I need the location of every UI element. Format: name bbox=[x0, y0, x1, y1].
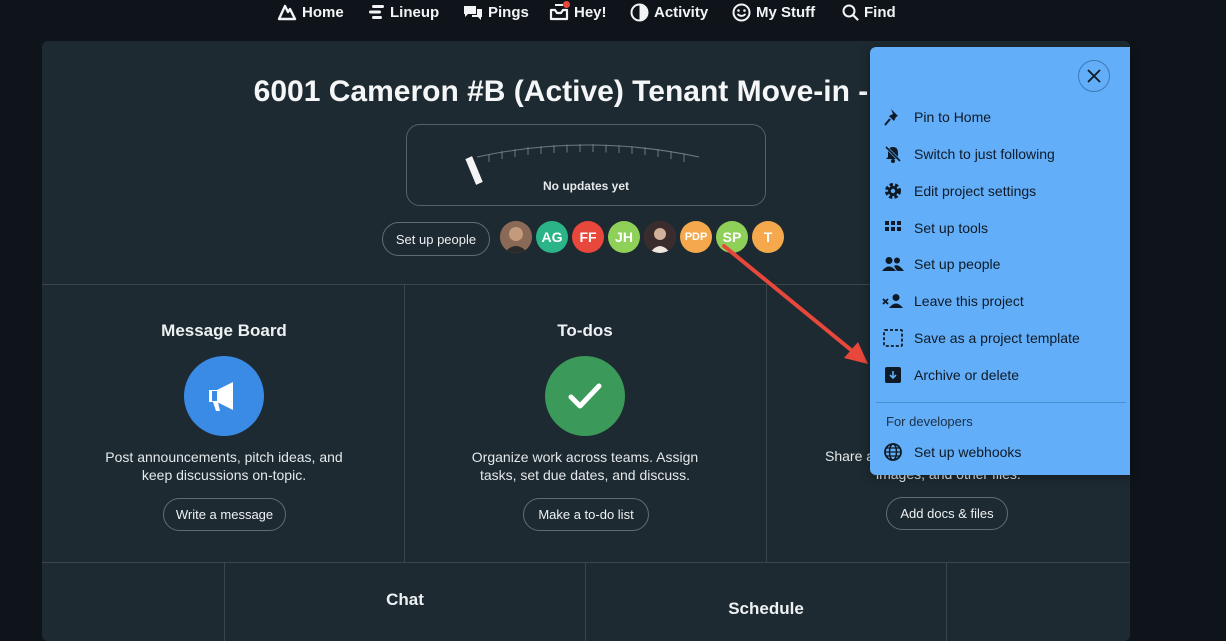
nav-lineup-label: Lineup bbox=[390, 3, 440, 21]
people-icon bbox=[882, 253, 904, 275]
schedule-title[interactable]: Schedule bbox=[616, 599, 916, 619]
nav-pings[interactable]: Pings bbox=[463, 2, 529, 22]
template-icon bbox=[882, 327, 904, 349]
menu-item-label: Set up tools bbox=[914, 220, 988, 236]
write-message-button[interactable]: Write a message bbox=[163, 498, 286, 531]
add-docs-button[interactable]: Add docs & files bbox=[886, 497, 1008, 530]
avatar[interactable]: JH bbox=[608, 221, 640, 253]
nav-home-label: Home bbox=[302, 3, 344, 21]
nav-lineup[interactable]: Lineup bbox=[368, 2, 439, 22]
megaphone-icon bbox=[209, 382, 233, 411]
menu-edit-settings[interactable]: Edit project settings bbox=[882, 178, 1122, 204]
nav-my-stuff-label: My Stuff bbox=[756, 3, 816, 21]
grid-divider bbox=[42, 562, 1130, 563]
chat-title[interactable]: Chat bbox=[255, 590, 555, 610]
menu-item-label: Edit project settings bbox=[914, 183, 1037, 199]
gear-icon bbox=[882, 180, 904, 202]
set-up-people-button[interactable]: Set up people bbox=[382, 222, 490, 256]
grid-divider bbox=[766, 284, 767, 562]
desc-line: tasks, set due dates, and discuss. bbox=[479, 467, 691, 483]
nav-pings-label: Pings bbox=[488, 3, 529, 21]
hill-status: No updates yet bbox=[542, 179, 629, 193]
todos-desc: Organize work across teams. Assign tasks… bbox=[435, 448, 735, 484]
leave-person-icon bbox=[882, 290, 904, 312]
search-icon bbox=[842, 4, 859, 21]
avatar[interactable]: FF bbox=[572, 221, 604, 253]
menu-pin-to-home[interactable]: Pin to Home bbox=[882, 104, 1122, 130]
pin-icon bbox=[882, 106, 904, 128]
nav-activity[interactable]: Activity bbox=[630, 2, 708, 22]
bell-off-icon bbox=[882, 143, 904, 165]
globe-icon bbox=[882, 441, 904, 463]
lineup-icon bbox=[369, 5, 384, 19]
nav-home[interactable]: Home bbox=[277, 2, 344, 22]
menu-item-label: Archive or delete bbox=[914, 367, 1020, 383]
archive-icon bbox=[882, 364, 904, 386]
menu-item-label: Set up people bbox=[914, 256, 1001, 272]
menu-item-label: Save as a project template bbox=[914, 330, 1080, 346]
project-options-menu: Pin to Home Switch to just following Edi… bbox=[870, 47, 1130, 475]
menu-set-up-webhooks[interactable]: Set up webhooks bbox=[882, 439, 1122, 465]
avatar[interactable] bbox=[500, 221, 532, 253]
pings-icon bbox=[464, 5, 482, 20]
nav-find-label: Find bbox=[864, 3, 896, 21]
avatar[interactable]: SP bbox=[716, 221, 748, 253]
avatar[interactable] bbox=[644, 221, 676, 253]
top-nav: Home Lineup Pings Hey! Activity My Stuff… bbox=[0, 0, 1226, 26]
nav-find[interactable]: Find bbox=[842, 2, 896, 22]
close-icon bbox=[1087, 69, 1101, 83]
grid-divider bbox=[404, 284, 405, 562]
close-menu-button[interactable] bbox=[1078, 60, 1110, 92]
nav-hey[interactable]: Hey! bbox=[549, 2, 607, 22]
hill-curve bbox=[465, 144, 700, 185]
nav-my-stuff[interactable]: My Stuff bbox=[732, 2, 815, 22]
home-icon bbox=[277, 4, 297, 21]
menu-item-label: Pin to Home bbox=[914, 109, 992, 125]
menu-item-label: Leave this project bbox=[914, 293, 1024, 309]
developers-section-label: For developers bbox=[886, 414, 973, 429]
menu-switch-following[interactable]: Switch to just following bbox=[882, 141, 1122, 167]
desc-line: Post announcements, pitch ideas, and bbox=[105, 449, 343, 465]
menu-archive-delete[interactable]: Archive or delete bbox=[882, 362, 1122, 388]
desc-line: Organize work across teams. Assign bbox=[471, 449, 699, 465]
menu-leave-project[interactable]: Leave this project bbox=[882, 288, 1122, 314]
hill-chart[interactable]: No updates yet bbox=[406, 124, 766, 206]
desc-line: keep discussions on-topic. bbox=[141, 467, 307, 483]
nav-hey-label: Hey! bbox=[574, 3, 607, 21]
grid-divider bbox=[585, 562, 586, 641]
menu-divider bbox=[876, 402, 1126, 403]
make-todo-list-button[interactable]: Make a to-do list bbox=[523, 498, 649, 531]
avatar[interactable]: AG bbox=[536, 221, 568, 253]
menu-item-label: Set up webhooks bbox=[914, 444, 1022, 460]
smiley-icon bbox=[732, 3, 751, 21]
menu-set-up-people[interactable]: Set up people bbox=[882, 251, 1122, 277]
checkmark-icon bbox=[568, 383, 602, 409]
nav-activity-label: Activity bbox=[654, 3, 709, 21]
avatar[interactable]: T bbox=[752, 221, 784, 253]
message-board-desc: Post announcements, pitch ideas, and kee… bbox=[74, 448, 374, 484]
todos-title[interactable]: To-dos bbox=[435, 321, 735, 341]
todos-tile[interactable] bbox=[545, 356, 625, 436]
grid-divider bbox=[224, 562, 225, 641]
avatar[interactable]: PDP bbox=[680, 221, 712, 253]
message-board-title[interactable]: Message Board bbox=[74, 321, 374, 341]
grid-divider bbox=[946, 562, 947, 641]
docs-desc-line1: Share a bbox=[825, 448, 875, 464]
activity-icon bbox=[630, 3, 649, 21]
person-photo bbox=[644, 221, 676, 253]
message-board-tile[interactable] bbox=[184, 356, 264, 436]
menu-item-label: Switch to just following bbox=[914, 146, 1055, 162]
notification-dot bbox=[563, 1, 570, 8]
menu-save-template[interactable]: Save as a project template bbox=[882, 325, 1122, 351]
menu-set-up-tools[interactable]: Set up tools bbox=[882, 215, 1122, 241]
person-photo bbox=[500, 221, 532, 253]
grid-icon bbox=[882, 217, 904, 239]
